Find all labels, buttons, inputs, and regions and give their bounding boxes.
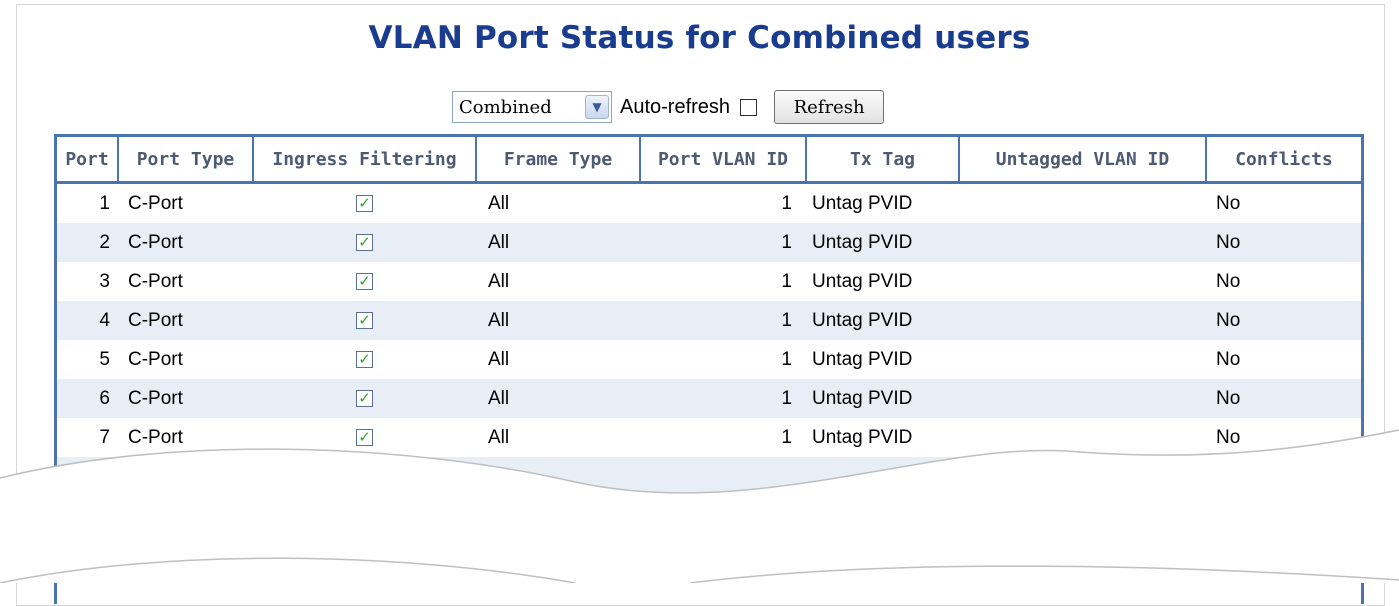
port-vlan-id-cell: 1 (781, 348, 792, 370)
refresh-button[interactable]: Refresh (774, 90, 885, 124)
port-vlan-id-cell: 1 (781, 270, 792, 292)
frame-type-cell: All (476, 223, 640, 262)
port-vlan-id-cell: 1 (640, 379, 806, 418)
table-row: 5 C-Port ✓ All 1 Untag PVID No (57, 340, 1361, 379)
ingress-filtering-cell: ✓ (253, 223, 476, 262)
port-type-cell: C-Port (128, 270, 183, 292)
ingress-filtering-cell: ✓ (253, 340, 476, 379)
tx-tag-cell: Untag PVID (812, 270, 913, 292)
port-vlan-id-cell: 1 (781, 192, 792, 214)
conflicts-cell: No (1206, 457, 1361, 496)
port-type-cell: C-Port (128, 192, 183, 214)
conflicts-cell: No (1216, 270, 1241, 292)
ingress-filtering-checkbox: ✓ (356, 272, 373, 290)
port-type-cell: C-Port (118, 379, 253, 418)
auto-refresh-checkbox[interactable] (740, 98, 758, 116)
page-title: VLAN Port Status for Combined users (368, 20, 1031, 56)
table-row: 7 C-Port ✓ All 1 Untag PVID No (57, 418, 1361, 457)
header-col-port-type: Port Type (118, 137, 254, 184)
table-row: ✓ All No (57, 457, 1361, 496)
auto-refresh-label: Auto-refresh (620, 95, 731, 118)
ingress-filtering-cell: ✓ (253, 183, 476, 224)
untagged-vlan-id-cell (959, 223, 1206, 262)
header-col-tx-tag: Tx Tag (806, 137, 960, 184)
table-row: 4 C-Port ✓ All 1 Untag PVID No (57, 301, 1361, 340)
ingress-filtering-checkbox: ✓ (356, 467, 373, 485)
tx-tag-cell: Untag PVID (806, 223, 959, 262)
conflicts-cell: No (1216, 192, 1241, 214)
table-header-row: Port Port Type Ingress Filtering Frame Type… (57, 137, 1361, 184)
ingress-filtering-checkbox: ✓ (356, 428, 373, 446)
port-type-cell: C-Port (118, 223, 253, 262)
header-col-untagged-vlan-id: Untagged VLAN ID (959, 137, 1207, 184)
header-col-frame-type: Frame Type (476, 137, 641, 184)
port-cell: 1 (99, 192, 110, 214)
conflicts-cell: No (1206, 379, 1361, 418)
untagged-vlan-id-cell (959, 457, 1206, 496)
frame-type-cell: All (476, 379, 640, 418)
port-cell: 7 (99, 426, 110, 448)
header-col-port-vlan-id: Port VLAN ID (640, 137, 807, 184)
ingress-filtering-cell: ✓ (253, 457, 476, 496)
tx-tag-cell: Untag PVID (812, 348, 913, 370)
ingress-filtering-checkbox: ✓ (356, 389, 373, 407)
table-row: 6 C-Port ✓ All 1 Untag PVID No (57, 379, 1361, 418)
table-row: 3 C-Port ✓ All 1 Untag PVID No (57, 262, 1361, 301)
ingress-filtering-checkbox: ✓ (356, 233, 373, 251)
port-vlan-id-cell: 1 (640, 223, 806, 262)
tx-tag-cell (806, 457, 959, 496)
port-cell: 6 (57, 379, 118, 418)
ingress-filtering-cell: ✓ (253, 418, 476, 457)
tx-tag-cell: Untag PVID (812, 192, 913, 214)
tx-tag-cell: Untag PVID (806, 379, 959, 418)
port-cell: 2 (57, 223, 118, 262)
ingress-filtering-cell: ✓ (253, 301, 476, 340)
port-type-cell: C-Port (128, 426, 183, 448)
controls-bar: Combined ▼ Auto-refresh Refresh (452, 90, 885, 124)
conflicts-cell: No (1206, 301, 1361, 340)
conflicts-cell: No (1206, 223, 1361, 262)
frame-type-cell: All (488, 270, 510, 292)
untagged-vlan-id-cell (959, 418, 1206, 457)
tx-tag-cell: Untag PVID (812, 426, 913, 448)
conflicts-cell: No (1216, 426, 1241, 448)
frame-type-cell: All (488, 348, 510, 370)
ingress-filtering-checkbox: ✓ (356, 311, 373, 329)
header-col-conflicts: Conflicts (1206, 137, 1361, 184)
port-type-cell: C-Port (118, 301, 253, 340)
frame-type-cell: All (488, 426, 510, 448)
ingress-filtering-checkbox: ✓ (356, 194, 373, 212)
frame-type-cell: All (476, 301, 640, 340)
port-type-cell: C-Port (128, 348, 183, 370)
user-select[interactable]: Combined ▼ (452, 91, 612, 123)
port-cell (57, 457, 118, 496)
untagged-vlan-id-cell (959, 340, 1206, 379)
ingress-filtering-checkbox: ✓ (356, 350, 373, 368)
ingress-filtering-cell: ✓ (253, 379, 476, 418)
chevron-down-icon[interactable]: ▼ (585, 95, 609, 119)
frame-type-cell: All (488, 192, 510, 214)
untagged-vlan-id-cell (959, 301, 1206, 340)
port-cell: 4 (57, 301, 118, 340)
port-vlan-id-cell: 1 (640, 301, 806, 340)
ingress-filtering-cell: ✓ (253, 262, 476, 301)
untagged-vlan-id-cell (959, 262, 1206, 301)
frame-type-cell: All (476, 457, 640, 496)
untagged-vlan-id-cell (959, 183, 1206, 224)
vlan-port-table: Port Port Type Ingress Filtering Frame Type… (54, 134, 1364, 604)
port-vlan-id-cell: 1 (781, 426, 792, 448)
port-vlan-id-cell (640, 457, 806, 496)
table-row: 1 C-Port ✓ All 1 Untag PVID No (57, 183, 1361, 224)
conflicts-cell: No (1216, 348, 1241, 370)
header-col-port: Port (57, 137, 119, 184)
table-row: 2 C-Port ✓ All 1 Untag PVID No (57, 223, 1361, 262)
port-type-cell (118, 457, 253, 496)
user-select-value: Combined (459, 96, 552, 118)
untagged-vlan-id-cell (959, 379, 1206, 418)
port-cell: 3 (99, 270, 110, 292)
tx-tag-cell: Untag PVID (806, 301, 959, 340)
header-col-ingress-filtering: Ingress Filtering (253, 137, 477, 184)
port-cell: 5 (99, 348, 110, 370)
